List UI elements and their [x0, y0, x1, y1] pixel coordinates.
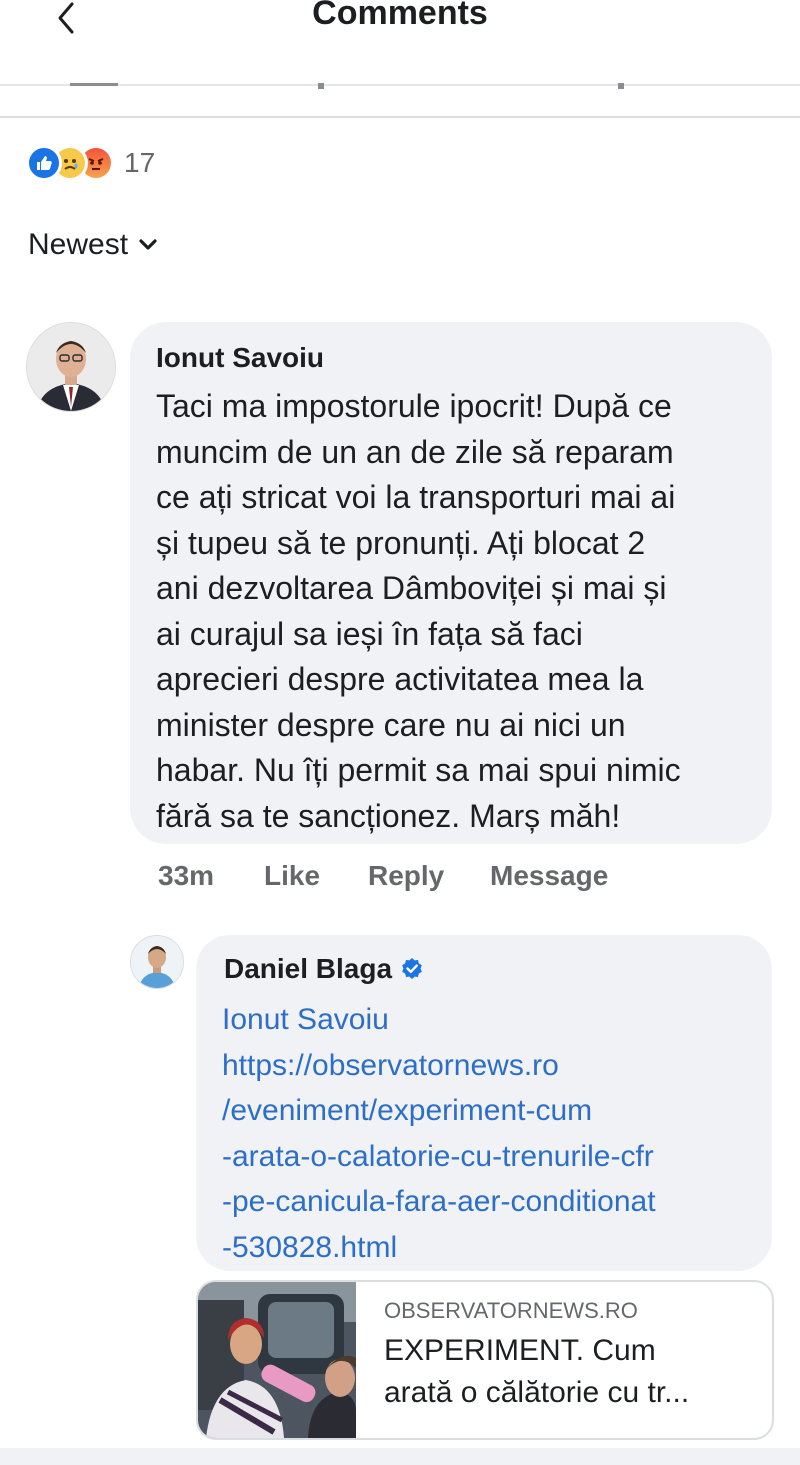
sort-label: Newest [28, 228, 129, 261]
comment-line: ai curajul sa ieși în fața să faci [156, 615, 583, 652]
article-link[interactable]: -pe-canicula-fara-aer-conditionat [222, 1179, 762, 1225]
cropped-post-text [70, 80, 640, 90]
like-reaction-icon [26, 145, 62, 181]
comment-line: și tupeu să te pronunți. Ați blocat 2 [156, 524, 646, 561]
next-comment-edge [0, 1448, 800, 1465]
reactions-summary[interactable]: 17 [26, 143, 155, 183]
link-preview-domain: OBSERVATORNEWS.RO [384, 1298, 638, 1323]
chevron-down-icon [139, 239, 157, 250]
comment-line: ce ați stricat voi la transporturi mai a… [156, 479, 676, 515]
comment-timestamp: 33m [158, 860, 215, 891]
comment-line: fără sa te sancționez. Marș măh! [156, 797, 621, 834]
sort-dropdown[interactable]: Newest [28, 228, 158, 262]
top-bar: Comments [0, 0, 800, 84]
comment-line: muncim de un an de zile să reparam [156, 433, 674, 470]
comment-bubble: Ionut Savoiu Taci ma impostorule ipocrit… [130, 322, 772, 844]
like-button[interactable]: Like [264, 860, 320, 892]
reply-avatar[interactable] [130, 935, 184, 989]
reaction-count: 17 [124, 147, 156, 178]
article-link[interactable]: https://observatornews.ro [222, 1043, 762, 1089]
reply-text: Ionut Savoiu https://observatornews.ro /… [222, 997, 762, 1270]
comment-line: minister despre care nu ai nici un [156, 706, 626, 743]
link-preview-title-line: arată o călătorie cu tr... [384, 1376, 690, 1409]
section-divider [0, 116, 800, 118]
reply-button[interactable]: Reply [368, 860, 444, 892]
article-link[interactable]: /eveniment/experiment-cum [222, 1088, 762, 1134]
avatar[interactable] [26, 322, 116, 412]
article-link[interactable]: -arata-o-calatorie-cu-trenurile-cfr [222, 1134, 762, 1180]
verified-badge-icon [402, 958, 422, 979]
link-preview-title: EXPERIMENT. Cum arată o călătorie cu tr.… [384, 1330, 764, 1414]
page-title: Comments [312, 0, 488, 32]
mention-link[interactable]: Ionut Savoiu [222, 997, 762, 1043]
link-preview-card[interactable]: OBSERVATORNEWS.RO EXPERIMENT. Cum arată … [196, 1280, 774, 1440]
comment-author[interactable]: Ionut Savoiu [156, 342, 324, 374]
link-preview-title-line: EXPERIMENT. Cum [384, 1334, 656, 1367]
comment-line: aprecieri despre activitatea mea la [156, 661, 644, 697]
comment-line: Taci ma impostorule ipocrit! După ce [156, 388, 672, 424]
comment-line: ani dezvoltarea Dâmboviței și mai și [156, 570, 667, 606]
reply-author-row: Daniel Blaga [224, 953, 424, 985]
comment-text: Taci ma impostorule ipocrit! După ce mun… [156, 384, 756, 839]
comment-line: habar. Nu îți permit sa mai spui nimic [156, 752, 681, 788]
article-link[interactable]: -530828.html [222, 1225, 762, 1271]
reply-bubble: Daniel Blaga Ionut Savoiu https://observ… [196, 935, 772, 1271]
link-preview-thumbnail [198, 1282, 356, 1438]
reply-author[interactable]: Daniel Blaga [224, 953, 392, 985]
message-button[interactable]: Message [490, 860, 608, 892]
